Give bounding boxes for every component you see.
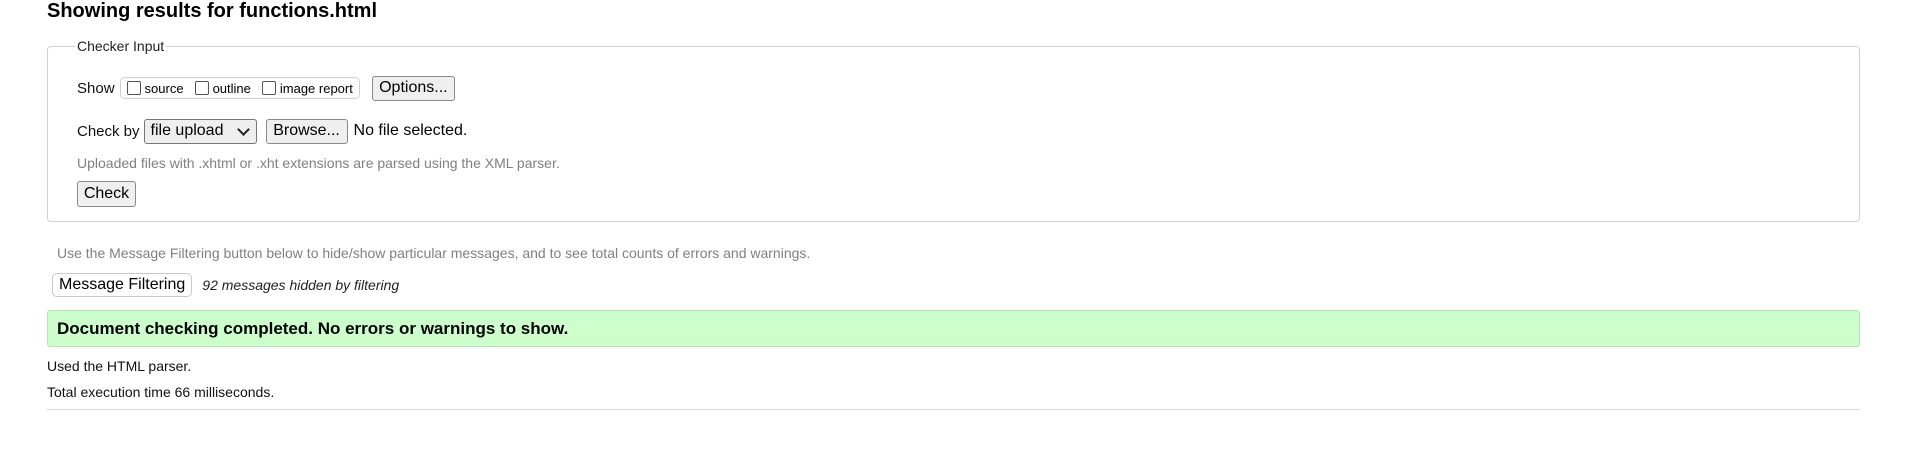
hidden-messages-count: 92 messages hidden by filtering [202, 277, 400, 293]
checker-input-legend: Checker Input [75, 38, 167, 55]
show-options-group: source outline image report [119, 77, 360, 99]
execution-time: Total execution time 66 milliseconds. [47, 384, 275, 400]
upload-hint: Uploaded files with .xhtml or .xht exten… [77, 155, 560, 171]
filtering-hint: Use the Message Filtering button below t… [57, 245, 811, 261]
options-button[interactable]: Options... [371, 75, 455, 101]
check-by-selected-value: file upload [150, 122, 224, 139]
parser-info: Used the HTML parser. [47, 358, 192, 374]
show-image-report-option[interactable]: image report [261, 80, 353, 96]
check-by-select[interactable]: file upload [143, 118, 257, 144]
show-outline-option[interactable]: outline [194, 80, 251, 96]
show-label: Show [77, 79, 115, 97]
filtering-row: Message Filtering 92 messages hidden by … [52, 273, 399, 297]
source-checkbox[interactable] [126, 81, 141, 95]
source-checkbox-label: source [144, 80, 184, 96]
image-report-checkbox-label: image report [279, 80, 353, 96]
message-filtering-button[interactable]: Message Filtering [52, 273, 193, 297]
outline-checkbox[interactable] [194, 81, 209, 95]
page-title: Showing results for functions.html [47, 0, 377, 22]
browse-button[interactable]: Browse... [265, 118, 348, 144]
outline-checkbox-label: outline [212, 80, 251, 96]
validator-results-page: Showing results for functions.html Check… [0, 0, 1909, 449]
success-status-bar: Document checking completed. No errors o… [47, 310, 1860, 347]
bottom-divider [47, 409, 1860, 410]
file-status: No file selected. [353, 122, 468, 139]
show-source-option[interactable]: source [126, 80, 184, 96]
show-options-row: Show source outline image report Options… [77, 75, 455, 101]
image-report-checkbox[interactable] [261, 81, 276, 95]
check-button[interactable]: Check [77, 181, 136, 207]
check-by-row: Check by file upload Browse... No file s… [77, 118, 467, 144]
chevron-down-icon [236, 122, 250, 136]
success-status-text: Document checking completed. No errors o… [57, 318, 569, 338]
check-by-label: Check by [77, 122, 140, 140]
